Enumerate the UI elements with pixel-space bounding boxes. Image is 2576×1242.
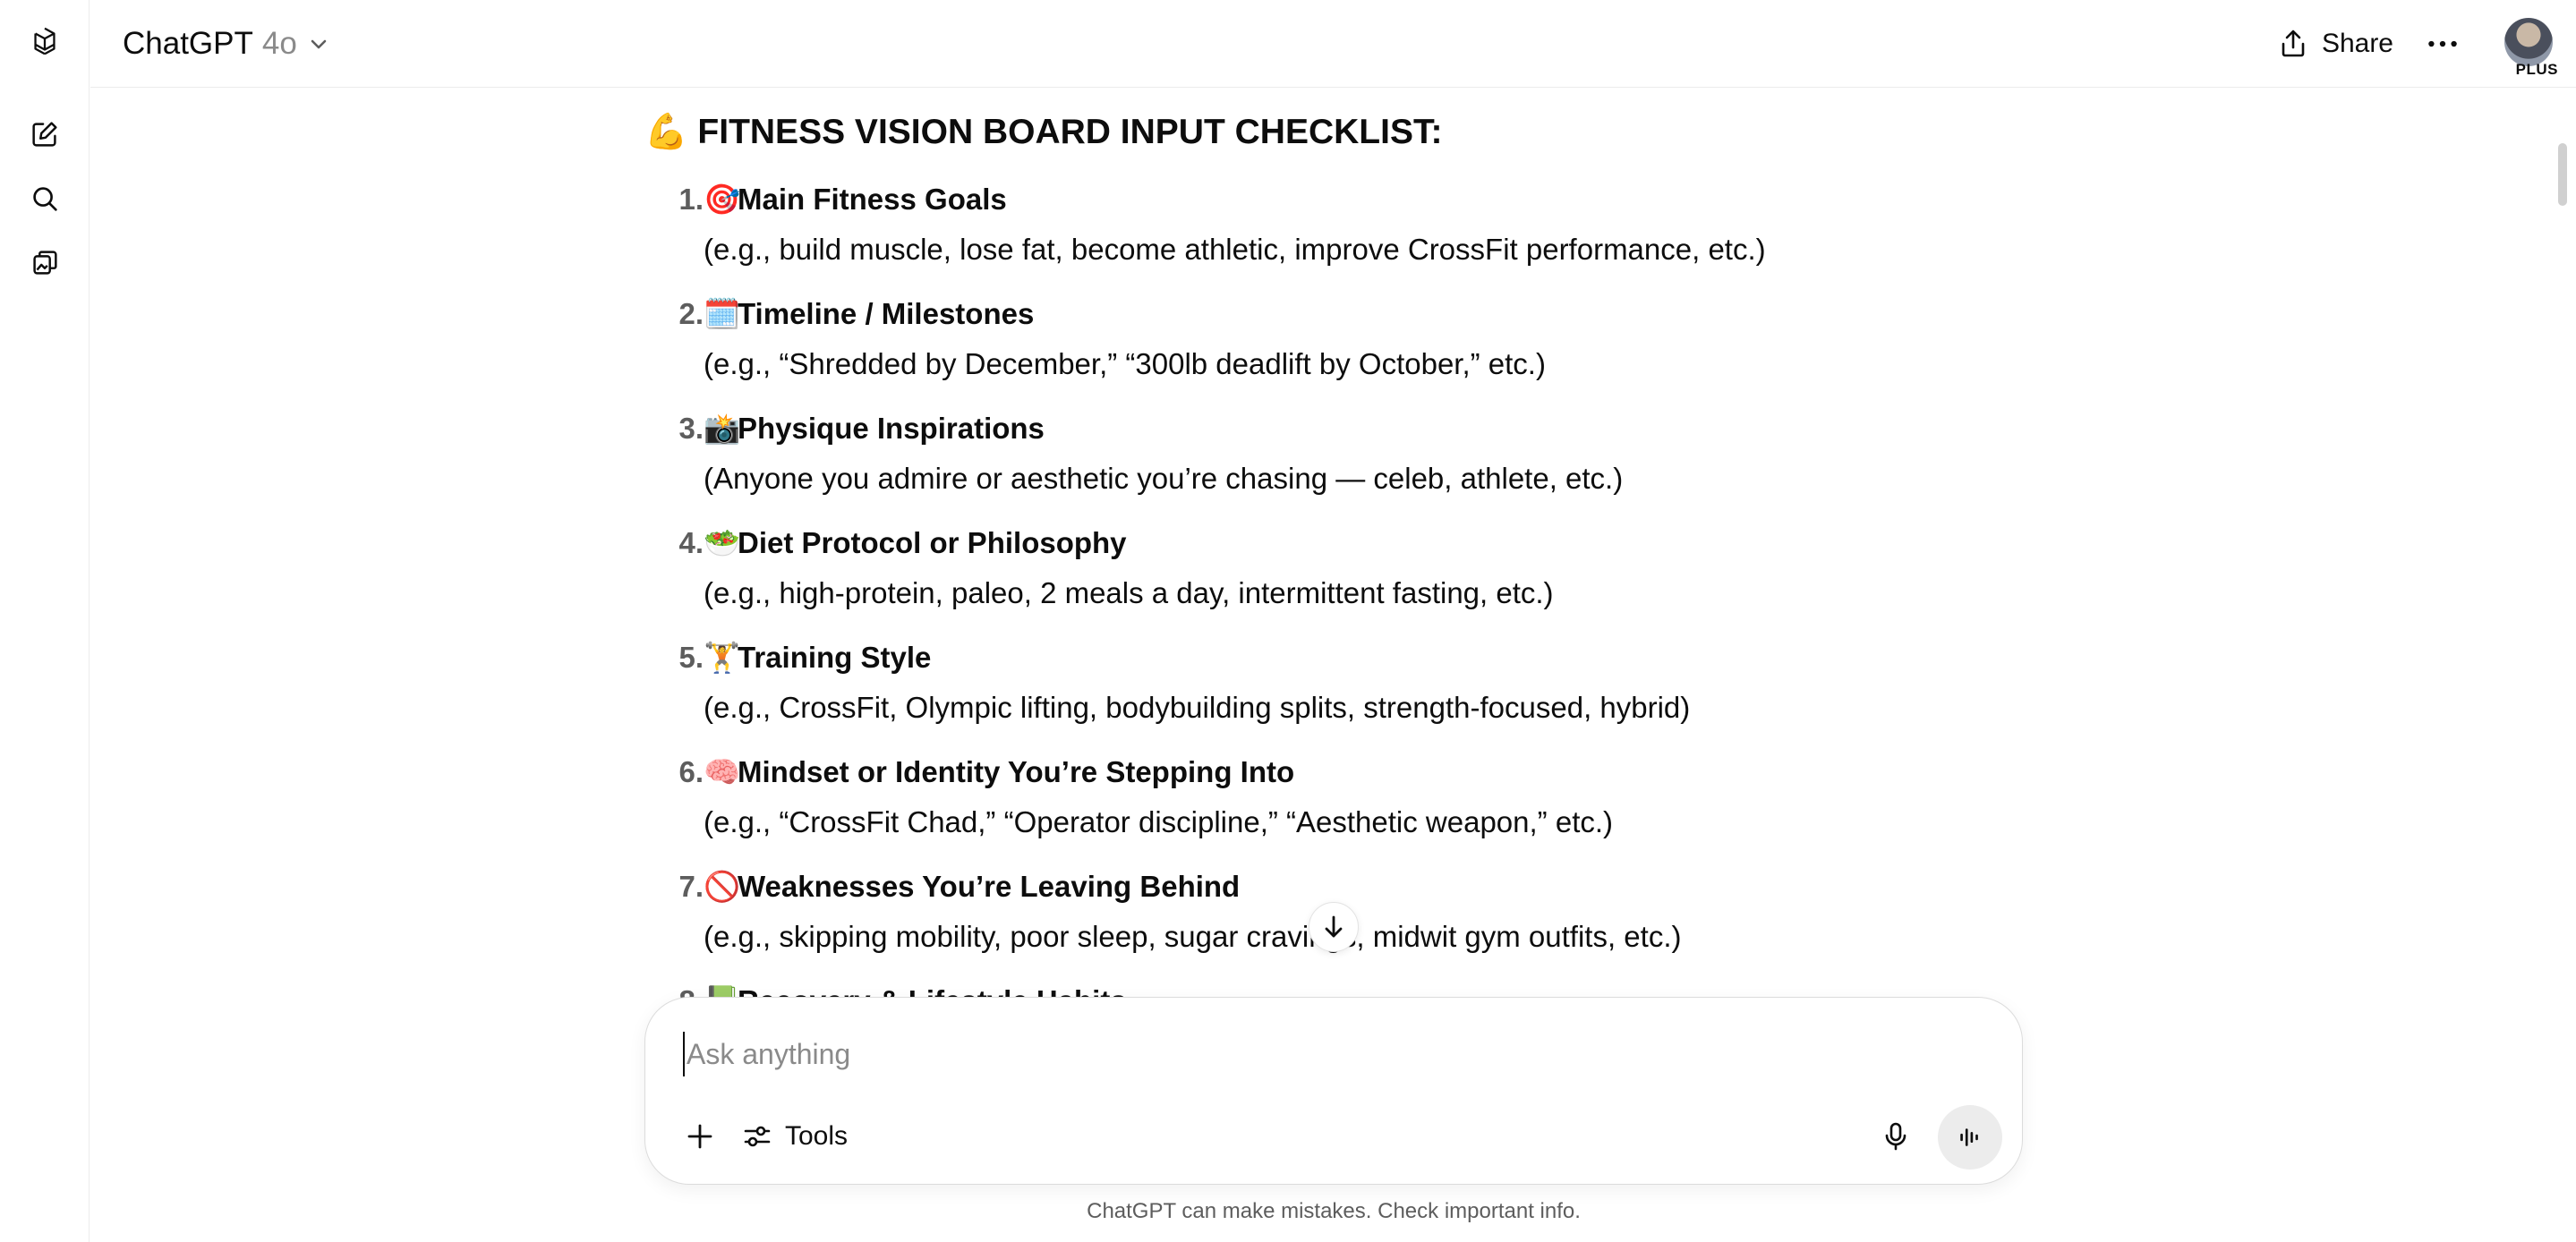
list-item-title: 🎯Main Fitness Goals — [704, 183, 1007, 216]
sidebar-rail — [0, 0, 90, 1242]
checklist-title: 💪 FITNESS VISION BOARD INPUT CHECKLIST: — [644, 111, 1442, 152]
list-number: 3. — [678, 412, 704, 445]
openai-logo-icon[interactable] — [25, 21, 64, 61]
list-item-title: 📸Physique Inspirations — [704, 412, 1045, 445]
top-header: ChatGPT 4o Share PLUS — [90, 0, 2576, 88]
avatar[interactable] — [2504, 18, 2553, 66]
arrow-down-icon — [1325, 915, 1343, 938]
message-composer: Tools — [644, 997, 2023, 1185]
list-number: 4. — [678, 526, 704, 559]
app-name: ChatGPT — [123, 26, 253, 61]
list-item-title: 🗓️Timeline / Milestones — [704, 297, 1035, 330]
dictate-button[interactable] — [1873, 1114, 1918, 1159]
list-item-description: (e.g., “Shredded by December,” “300lb de… — [704, 347, 1546, 380]
more-options-button[interactable] — [2420, 21, 2465, 66]
model-version: 4o — [261, 26, 297, 61]
more-horizontal-icon — [2428, 40, 2457, 47]
target-icon: 🎯 — [704, 183, 741, 216]
salad-icon: 🥗 — [704, 526, 741, 559]
camera-icon: 📸 — [704, 412, 741, 445]
sliders-icon — [744, 1126, 771, 1147]
calendar-icon: 🗓️ — [704, 297, 741, 330]
prohibited-icon: 🚫 — [704, 870, 741, 903]
list-item-title: 🚫Weaknesses You’re Leaving Behind — [704, 870, 1241, 903]
list-number: 7. — [678, 870, 704, 903]
share-label: Share — [2321, 29, 2393, 58]
plan-badge: PLUS — [2515, 61, 2558, 78]
chevron-down-icon — [311, 39, 327, 49]
scroll-to-bottom-button[interactable] — [1309, 902, 1359, 952]
plus-icon — [687, 1124, 712, 1149]
list-item-description: (e.g., build muscle, lose fat, become at… — [704, 233, 1766, 266]
checklist-title-text: FITNESS VISION BOARD INPUT CHECKLIST: — [697, 113, 1443, 151]
list-item-description: (e.g., CrossFit, Olympic lifting, bodybu… — [704, 691, 1691, 724]
list-number: 5. — [678, 641, 704, 674]
microphone-icon — [1885, 1122, 1906, 1151]
list-number: 1. — [678, 183, 704, 216]
tools-button[interactable]: Tools — [742, 1114, 848, 1159]
list-item-title: 🥗Diet Protocol or Philosophy — [704, 526, 1127, 559]
list-item-title: 🏋️Training Style — [704, 641, 932, 674]
list-item-description: (e.g., skipping mobility, poor sleep, su… — [704, 920, 1682, 953]
share-icon — [2282, 30, 2305, 57]
share-button[interactable]: Share — [2277, 21, 2393, 66]
tools-label: Tools — [785, 1121, 849, 1151]
scrollbar[interactable] — [2558, 143, 2567, 206]
model-selector[interactable]: ChatGPT 4o — [123, 20, 331, 68]
search-icon[interactable] — [25, 179, 64, 218]
list-item-description: (e.g., “CrossFit Chad,” “Operator discip… — [704, 805, 1614, 838]
disclaimer-text: ChatGPT can make mistakes. Check importa… — [1087, 1199, 1581, 1223]
list-number: 6. — [678, 755, 704, 788]
brain-icon: 🧠 — [704, 755, 741, 788]
message-input[interactable] — [683, 1032, 1847, 1076]
list-item-description: (Anyone you admire or aesthetic you’re c… — [704, 462, 1624, 495]
new-chat-icon[interactable] — [25, 115, 64, 154]
add-attachment-button[interactable] — [678, 1114, 722, 1159]
voice-waveform-icon — [1960, 1128, 1978, 1146]
list-item-title: 🧠Mindset or Identity You’re Stepping Int… — [704, 755, 1295, 788]
library-icon[interactable] — [25, 243, 64, 283]
voice-mode-button[interactable] — [1938, 1105, 2002, 1170]
weightlifter-icon: 🏋️ — [704, 641, 741, 674]
flexed-biceps-icon: 💪 — [644, 113, 688, 151]
conversation-content: 💪 FITNESS VISION BOARD INPUT CHECKLIST: … — [644, 88, 2077, 1002]
list-number: 2. — [678, 297, 704, 330]
list-item-description: (e.g., high-protein, paleo, 2 meals a da… — [704, 576, 1554, 609]
